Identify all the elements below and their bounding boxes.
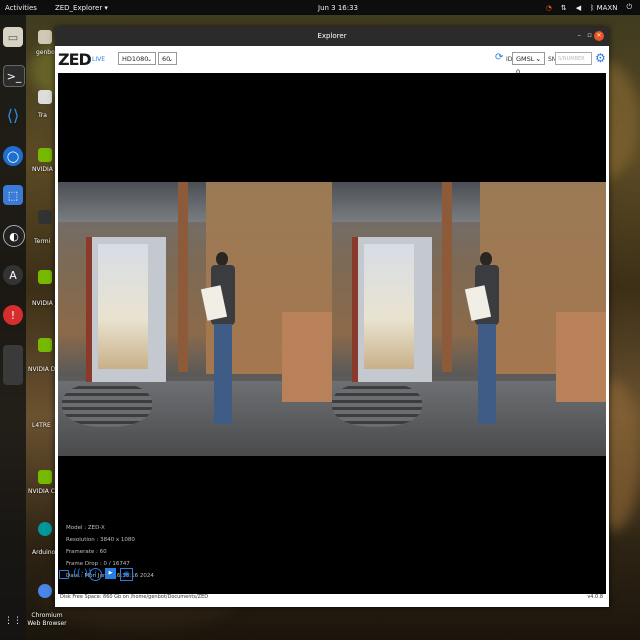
trash-icon[interactable] bbox=[38, 90, 52, 104]
scene-stairs bbox=[62, 382, 152, 427]
live-badge: LIVE bbox=[92, 56, 106, 63]
resolution-select[interactable]: HD1080 ⌄ bbox=[118, 52, 156, 65]
window-title: Explorer bbox=[317, 32, 347, 40]
chevron-down-icon: ⌄ bbox=[535, 56, 541, 63]
disk-free-space: Disk Free Space: 860 Gb on /home/genbot/… bbox=[60, 594, 209, 600]
chevron-down-icon: ⌄ bbox=[146, 56, 152, 63]
info-model: Model : ZED-X bbox=[66, 525, 105, 531]
scene-box bbox=[556, 312, 606, 402]
terminal-icon[interactable]: >_ bbox=[3, 65, 25, 87]
activities-button[interactable]: Activities bbox=[5, 4, 37, 12]
serial-number-input[interactable]: S/NUMBER bbox=[555, 52, 592, 65]
person-legs bbox=[214, 324, 232, 424]
scene-poster bbox=[98, 244, 148, 369]
scene-stairs bbox=[332, 382, 422, 427]
volume-icon[interactable]: ◀ bbox=[576, 4, 581, 12]
vscode-icon[interactable]: ⟨⟩ bbox=[3, 105, 23, 125]
left-camera-frame bbox=[58, 182, 332, 456]
system-top-bar: Activities ZED_Explorer ▾ Jun 3 16:33 ◔ … bbox=[0, 0, 640, 15]
folder-icon[interactable] bbox=[59, 570, 69, 579]
broadcast-icon[interactable]: ((·)) bbox=[73, 568, 92, 579]
footer: ((·)) i ▶ ◉ Disk Free Space: 860 Gb on /… bbox=[55, 568, 609, 607]
info-resolution: Resolution : 3840 x 1080 bbox=[66, 537, 135, 543]
zed-logo: ZED bbox=[58, 50, 92, 69]
app-menu[interactable]: ZED_Explorer ▾ bbox=[55, 4, 108, 12]
camera-icon[interactable]: ◉ bbox=[120, 568, 133, 581]
info-framerate: Framerate : 60 bbox=[66, 549, 107, 555]
chromium-icon[interactable]: ◯ bbox=[3, 146, 23, 166]
close-icon[interactable]: ✕ bbox=[594, 31, 604, 41]
nvidia-jetson-icon[interactable] bbox=[38, 148, 52, 162]
desktop-item[interactable]: genbot bbox=[36, 49, 57, 56]
info-frame-drop: Frame Drop : 0 / 16747 bbox=[66, 561, 130, 567]
nvidia-community-icon[interactable] bbox=[38, 470, 52, 484]
video-view[interactable]: Model : ZED-X Resolution : 3840 x 1080 F… bbox=[58, 73, 606, 594]
info-icon[interactable]: i bbox=[89, 568, 102, 581]
home-folder-icon[interactable] bbox=[38, 30, 52, 44]
desktop-item[interactable]: L4TRE bbox=[32, 422, 51, 429]
version-label: v4.0.8 bbox=[587, 594, 603, 600]
network-icon[interactable]: ⇅ bbox=[561, 4, 567, 12]
maximize-icon[interactable]: ▫ bbox=[587, 31, 592, 39]
desktop-item[interactable]: Termi bbox=[34, 238, 50, 245]
obs-icon[interactable]: ◐ bbox=[3, 225, 25, 247]
running-app-indicator[interactable] bbox=[3, 345, 23, 385]
power-mode-indicator[interactable]: ᛒ MAXN bbox=[590, 4, 617, 12]
system-tray[interactable]: ◔ ⇅ ◀ ᛒ MAXN ⏻ bbox=[546, 3, 632, 12]
window-titlebar[interactable]: Explorer – ▫ ✕ bbox=[55, 27, 609, 46]
chevron-down-icon: ⌄ bbox=[167, 56, 173, 63]
power-icon[interactable]: ⏻ bbox=[626, 3, 632, 12]
right-camera-frame bbox=[332, 182, 606, 456]
scene-box bbox=[282, 312, 332, 402]
scene-pillar bbox=[442, 182, 452, 372]
minimize-icon[interactable]: – bbox=[578, 31, 582, 39]
video-icon[interactable]: ▶ bbox=[105, 568, 116, 579]
scene-poster bbox=[364, 244, 414, 369]
terminal-shortcut-icon[interactable] bbox=[38, 210, 52, 224]
camera-id-select[interactable]: GMSL - 0 ⌄ bbox=[512, 52, 545, 76]
desktop-item[interactable]: Tra bbox=[38, 112, 47, 119]
show-apps-icon[interactable]: ⋮⋮ bbox=[3, 611, 23, 631]
desktop-item[interactable]: Chromium Web Browser bbox=[27, 612, 67, 628]
files-icon[interactable]: ▭ bbox=[3, 27, 23, 47]
software-updater-icon[interactable]: A bbox=[3, 265, 23, 285]
fps-select[interactable]: 60 ⌄ bbox=[158, 52, 177, 65]
scene-person bbox=[200, 252, 238, 437]
person-head bbox=[480, 252, 492, 266]
alert-icon[interactable]: ! bbox=[3, 305, 23, 325]
gear-icon[interactable]: ⚙ bbox=[595, 51, 606, 65]
toolbar: ZED LIVE HD1080 ⌄ 60 ⌄ ⟳ ID GMSL - 0 ⌄ SN S… bbox=[55, 46, 609, 76]
nvidia-icon[interactable]: ◔ bbox=[546, 4, 552, 12]
screenshot-icon[interactable]: ⬚ bbox=[3, 185, 23, 205]
nvidia-forum-icon[interactable] bbox=[38, 270, 52, 284]
scene-pillar bbox=[178, 182, 188, 372]
nvidia-developer-icon[interactable] bbox=[38, 338, 52, 352]
person-head bbox=[216, 252, 228, 266]
person-legs bbox=[478, 324, 496, 424]
chromium-shortcut-icon[interactable] bbox=[38, 584, 52, 598]
explorer-window: Explorer – ▫ ✕ ZED LIVE HD1080 ⌄ 60 ⌄ ⟳ ID… bbox=[55, 27, 609, 607]
dock: ▭ >_ ⟨⟩ ◯ ⬚ ◐ A ! ⋮⋮ bbox=[0, 15, 26, 640]
scene-person bbox=[464, 252, 502, 437]
refresh-icon[interactable]: ⟳ bbox=[495, 52, 503, 63]
clock[interactable]: Jun 3 16:33 bbox=[318, 4, 358, 12]
arduino-icon[interactable] bbox=[38, 522, 52, 536]
